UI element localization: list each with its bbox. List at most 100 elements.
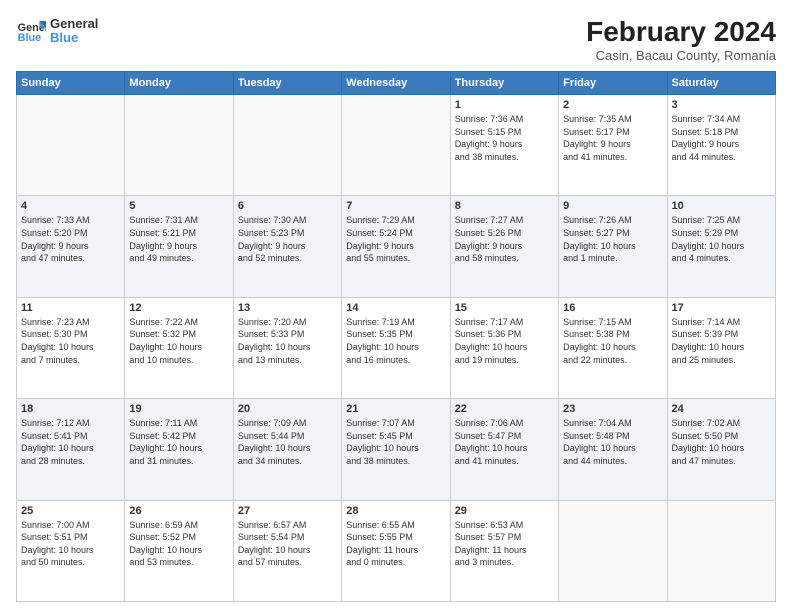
calendar-day-cell: 16 Sunrise: 7:15 AM Sunset: 5:38 PM Dayli… [559, 297, 667, 398]
calendar-day-cell: 28 Sunrise: 6:55 AM Sunset: 5:55 PM Dayli… [342, 500, 450, 601]
calendar-day-cell [559, 500, 667, 601]
day-info: Sunrise: 7:09 AM Sunset: 5:44 PM Dayligh… [238, 417, 337, 467]
day-number: 24 [672, 403, 771, 415]
day-info: Sunrise: 7:34 AM Sunset: 5:18 PM Dayligh… [672, 113, 771, 163]
page-subtitle: Casin, Bacau County, Romania [586, 48, 776, 63]
calendar-table: SundayMondayTuesdayWednesdayThursdayFrid… [16, 71, 776, 602]
day-info: Sunrise: 7:15 AM Sunset: 5:38 PM Dayligh… [563, 316, 662, 366]
calendar-day-cell: 4 Sunrise: 7:33 AM Sunset: 5:20 PM Daylig… [17, 196, 125, 297]
svg-text:Blue: Blue [18, 32, 41, 44]
day-number: 11 [21, 302, 120, 314]
calendar-day-cell: 22 Sunrise: 7:06 AM Sunset: 5:47 PM Dayli… [450, 399, 558, 500]
day-number: 15 [455, 302, 554, 314]
calendar-day-cell [17, 95, 125, 196]
day-number: 26 [129, 505, 228, 517]
calendar-day-cell: 23Sunrise: 7:04 AM Sunset: 5:48 PM Dayli… [559, 399, 667, 500]
day-number: 14 [346, 302, 445, 314]
logo: General Blue General Blue [16, 16, 98, 46]
day-info: Sunrise: 7:07 AM Sunset: 5:45 PM Dayligh… [346, 417, 445, 467]
day-info: Sunrise: 7:26 AM Sunset: 5:27 PM Dayligh… [563, 214, 662, 264]
day-number: 19 [129, 403, 228, 415]
calendar-day-cell [233, 95, 341, 196]
day-info: Sunrise: 7:14 AM Sunset: 5:39 PM Dayligh… [672, 316, 771, 366]
calendar-day-cell: 25 Sunrise: 7:00 AM Sunset: 5:51 PM Dayli… [17, 500, 125, 601]
day-number: 18 [21, 403, 120, 415]
calendar-day-cell: 6 Sunrise: 7:30 AM Sunset: 5:23 PM Daylig… [233, 196, 341, 297]
day-number: 22 [455, 403, 554, 415]
calendar-header-row: SundayMondayTuesdayWednesdayThursdayFrid… [17, 72, 776, 95]
calendar-day-cell: 17 Sunrise: 7:14 AM Sunset: 5:39 PM Dayli… [667, 297, 775, 398]
calendar-day-cell: 13Sunrise: 7:20 AM Sunset: 5:33 PM Dayli… [233, 297, 341, 398]
day-number: 10 [672, 200, 771, 212]
calendar-day-cell: 15 Sunrise: 7:17 AM Sunset: 5:36 PM Dayli… [450, 297, 558, 398]
day-number: 7 [346, 200, 445, 212]
day-info: Sunrise: 7:27 AM Sunset: 5:26 PM Dayligh… [455, 214, 554, 264]
calendar-header-monday: Monday [125, 72, 233, 95]
calendar-day-cell: 14 Sunrise: 7:19 AM Sunset: 5:35 PM Dayli… [342, 297, 450, 398]
logo-text-general: General [50, 17, 98, 31]
calendar-week-row: 25 Sunrise: 7:00 AM Sunset: 5:51 PM Dayli… [17, 500, 776, 601]
day-number: 9 [563, 200, 662, 212]
day-info: Sunrise: 7:30 AM Sunset: 5:23 PM Dayligh… [238, 214, 337, 264]
calendar-header-sunday: Sunday [17, 72, 125, 95]
day-number: 6 [238, 200, 337, 212]
calendar-day-cell [667, 500, 775, 601]
day-number: 5 [129, 200, 228, 212]
calendar-day-cell: 8 Sunrise: 7:27 AM Sunset: 5:26 PM Daylig… [450, 196, 558, 297]
day-info: Sunrise: 7:04 AM Sunset: 5:48 PM Dayligh… [563, 417, 662, 467]
calendar-day-cell: 1 Sunrise: 7:36 AM Sunset: 5:15 PM Daylig… [450, 95, 558, 196]
calendar-header-friday: Friday [559, 72, 667, 95]
calendar-week-row: 4 Sunrise: 7:33 AM Sunset: 5:20 PM Daylig… [17, 196, 776, 297]
page-title: February 2024 [586, 16, 776, 48]
day-info: Sunrise: 6:53 AM Sunset: 5:57 PM Dayligh… [455, 519, 554, 569]
calendar-week-row: 1 Sunrise: 7:36 AM Sunset: 5:15 PM Daylig… [17, 95, 776, 196]
day-number: 28 [346, 505, 445, 517]
calendar-week-row: 11 Sunrise: 7:23 AM Sunset: 5:30 PM Dayli… [17, 297, 776, 398]
day-number: 13 [238, 302, 337, 314]
day-info: Sunrise: 7:33 AM Sunset: 5:20 PM Dayligh… [21, 214, 120, 264]
calendar-day-cell: 27 Sunrise: 6:57 AM Sunset: 5:54 PM Dayli… [233, 500, 341, 601]
calendar-day-cell: 11 Sunrise: 7:23 AM Sunset: 5:30 PM Dayli… [17, 297, 125, 398]
day-info: Sunrise: 7:23 AM Sunset: 5:30 PM Dayligh… [21, 316, 120, 366]
calendar-day-cell: 10 Sunrise: 7:25 AM Sunset: 5:29 PM Dayli… [667, 196, 775, 297]
day-info: Sunrise: 7:06 AM Sunset: 5:47 PM Dayligh… [455, 417, 554, 467]
day-info: Sunrise: 7:22 AM Sunset: 5:32 PM Dayligh… [129, 316, 228, 366]
day-number: 4 [21, 200, 120, 212]
header: General Blue General Blue February 2024 … [16, 16, 776, 63]
day-info: Sunrise: 7:00 AM Sunset: 5:51 PM Dayligh… [21, 519, 120, 569]
day-info: Sunrise: 7:17 AM Sunset: 5:36 PM Dayligh… [455, 316, 554, 366]
day-number: 20 [238, 403, 337, 415]
day-number: 8 [455, 200, 554, 212]
calendar-header-wednesday: Wednesday [342, 72, 450, 95]
calendar-day-cell [342, 95, 450, 196]
day-number: 21 [346, 403, 445, 415]
calendar-week-row: 18 Sunrise: 7:12 AM Sunset: 5:41 PM Dayli… [17, 399, 776, 500]
calendar-day-cell: 7Sunrise: 7:29 AM Sunset: 5:24 PM Daylig… [342, 196, 450, 297]
day-number: 2 [563, 99, 662, 111]
day-info: Sunrise: 7:19 AM Sunset: 5:35 PM Dayligh… [346, 316, 445, 366]
day-number: 27 [238, 505, 337, 517]
calendar-day-cell: 18 Sunrise: 7:12 AM Sunset: 5:41 PM Dayli… [17, 399, 125, 500]
calendar-day-cell: 2 Sunrise: 7:35 AM Sunset: 5:17 PM Daylig… [559, 95, 667, 196]
day-info: Sunrise: 6:55 AM Sunset: 5:55 PM Dayligh… [346, 519, 445, 569]
day-number: 17 [672, 302, 771, 314]
day-info: Sunrise: 7:35 AM Sunset: 5:17 PM Dayligh… [563, 113, 662, 163]
day-number: 25 [21, 505, 120, 517]
calendar-header-tuesday: Tuesday [233, 72, 341, 95]
day-info: Sunrise: 7:25 AM Sunset: 5:29 PM Dayligh… [672, 214, 771, 264]
day-number: 16 [563, 302, 662, 314]
calendar-day-cell: 29 Sunrise: 6:53 AM Sunset: 5:57 PM Dayli… [450, 500, 558, 601]
day-info: Sunrise: 7:36 AM Sunset: 5:15 PM Dayligh… [455, 113, 554, 163]
calendar-day-cell: 19 Sunrise: 7:11 AM Sunset: 5:42 PM Dayli… [125, 399, 233, 500]
day-info: Sunrise: 7:12 AM Sunset: 5:41 PM Dayligh… [21, 417, 120, 467]
day-info: Sunrise: 7:31 AM Sunset: 5:21 PM Dayligh… [129, 214, 228, 264]
day-info: Sunrise: 7:11 AM Sunset: 5:42 PM Dayligh… [129, 417, 228, 467]
day-number: 1 [455, 99, 554, 111]
day-number: 29 [455, 505, 554, 517]
calendar-day-cell: 3Sunrise: 7:34 AM Sunset: 5:18 PM Daylig… [667, 95, 775, 196]
title-block: February 2024 Casin, Bacau County, Roman… [586, 16, 776, 63]
calendar-header-saturday: Saturday [667, 72, 775, 95]
page: General Blue General Blue February 2024 … [0, 0, 792, 612]
day-info: Sunrise: 6:57 AM Sunset: 5:54 PM Dayligh… [238, 519, 337, 569]
calendar-day-cell: 21 Sunrise: 7:07 AM Sunset: 5:45 PM Dayli… [342, 399, 450, 500]
